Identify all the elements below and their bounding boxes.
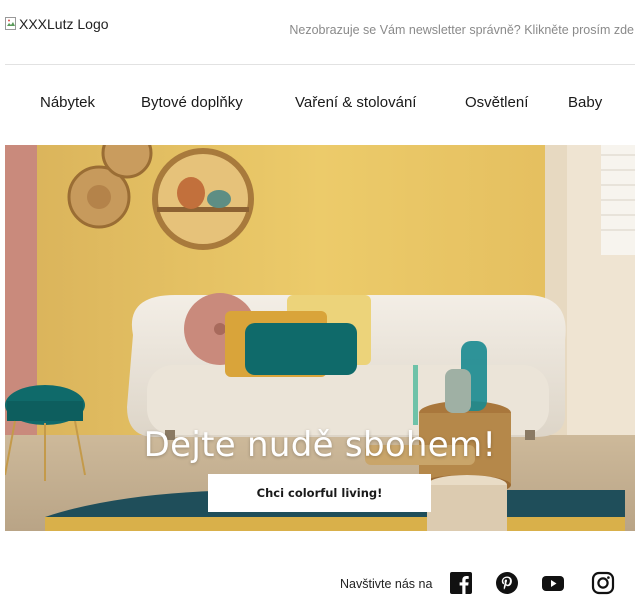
nav-item-bytove-doplnky[interactable]: Bytové doplňky — [141, 94, 243, 111]
instagram-icon[interactable] — [591, 571, 615, 595]
main-navigation: Nábytek Bytové doplňky Vaření & stolován… — [0, 88, 640, 118]
hero-cta-button[interactable]: Chci colorful living! — [208, 474, 431, 512]
pinterest-icon[interactable] — [495, 571, 519, 595]
nav-item-nabytek[interactable]: Nábytek — [40, 94, 95, 111]
youtube-icon[interactable] — [541, 571, 565, 595]
nav-item-baby[interactable]: Baby — [568, 94, 602, 111]
nav-item-vareni-stolovani[interactable]: Vaření & stolování — [295, 94, 416, 111]
logo-alt-text: XXXLutz Logo — [19, 16, 109, 32]
xxxlutz-logo[interactable]: XXXLutz Logo — [5, 16, 109, 32]
hero-headline: Dejte nudě sbohem! — [143, 425, 497, 465]
view-in-browser-link[interactable]: Nezobrazuje se Vám newsletter správně? K… — [289, 23, 634, 37]
nav-item-osvetleni[interactable]: Osvětlení — [465, 94, 528, 111]
social-label: Navštivte nás na — [340, 577, 433, 591]
email-header: XXXLutz Logo Nezobrazuje se Vám newslett… — [0, 0, 640, 64]
social-links: Navštivte nás na — [0, 565, 640, 601]
broken-image-icon — [5, 17, 17, 31]
header-divider — [5, 64, 635, 65]
hero-banner[interactable]: Dejte nudě sbohem! Chci colorful living! — [5, 145, 635, 531]
facebook-icon[interactable] — [449, 571, 473, 595]
